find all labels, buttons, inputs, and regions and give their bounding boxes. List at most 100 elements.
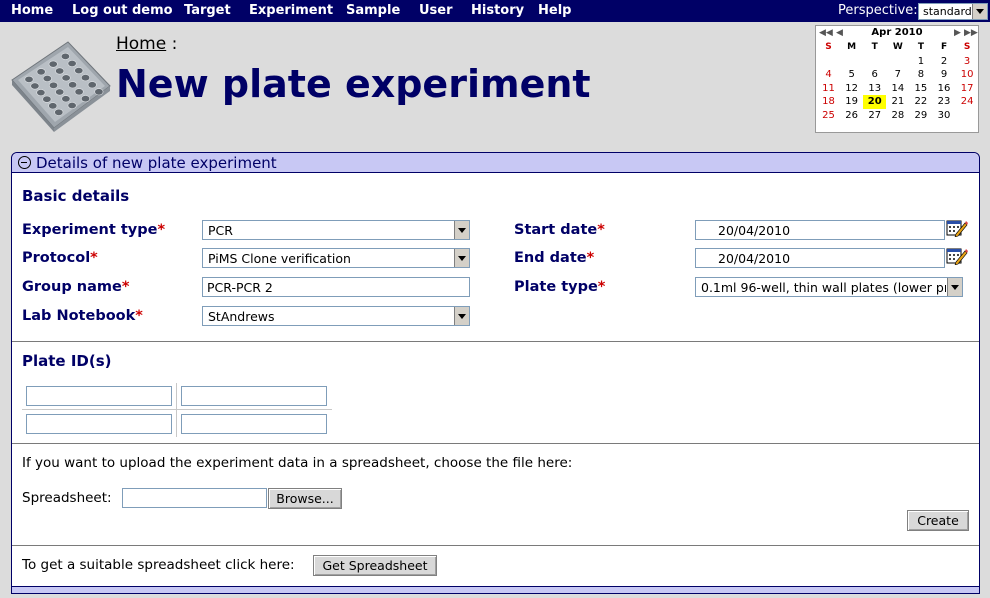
start-date-input[interactable]: 20/04/2010 bbox=[695, 220, 945, 240]
plate-well bbox=[48, 81, 58, 89]
plate-id-input-3[interactable] bbox=[26, 414, 172, 434]
plate-well bbox=[94, 88, 104, 96]
calendar-day[interactable]: 11 bbox=[817, 82, 840, 96]
calendar-day[interactable]: 26 bbox=[840, 109, 863, 123]
end-date-input[interactable]: 20/04/2010 bbox=[695, 248, 945, 268]
divider bbox=[12, 545, 979, 546]
calendar-day[interactable]: 15 bbox=[909, 82, 932, 96]
calendar-day[interactable]: 12 bbox=[840, 82, 863, 96]
chevron-down-icon[interactable] bbox=[454, 249, 469, 267]
calendar-day[interactable]: 19 bbox=[840, 95, 863, 109]
plate-well bbox=[74, 67, 84, 75]
calendar-day[interactable]: 14 bbox=[886, 82, 909, 96]
calendar-day[interactable]: 16 bbox=[932, 82, 955, 96]
calendar-dow: W bbox=[892, 42, 903, 52]
required-mark: * bbox=[121, 279, 130, 295]
required-mark: * bbox=[157, 222, 166, 238]
plate-well bbox=[87, 81, 97, 89]
plate-well bbox=[81, 74, 91, 82]
upload-instructions: If you want to upload the experiment dat… bbox=[22, 455, 573, 471]
calendar-day[interactable]: 23 bbox=[932, 95, 955, 109]
chevron-down-icon[interactable] bbox=[947, 278, 962, 296]
calendar-day[interactable]: 18 bbox=[817, 95, 840, 109]
breadcrumb-home-link[interactable]: Home bbox=[116, 34, 166, 54]
spreadsheet-file-input[interactable] bbox=[122, 488, 267, 508]
perspective-select[interactable]: standard bbox=[918, 3, 988, 20]
experiment-type-select[interactable]: PCR bbox=[202, 220, 470, 240]
next-month-icon[interactable]: ▶ bbox=[954, 28, 961, 38]
calendar-picker-icon[interactable] bbox=[946, 219, 968, 237]
calendar-dow: T bbox=[917, 42, 924, 52]
plate-well bbox=[42, 74, 52, 82]
basic-details-title: Basic details bbox=[22, 187, 130, 205]
group-name-input[interactable]: PCR-PCR 2 bbox=[202, 277, 470, 297]
plate-well bbox=[24, 75, 34, 83]
nav-target[interactable]: Target bbox=[184, 3, 231, 18]
calendar-week-row: 25 26 27 28 29 30 bbox=[817, 109, 979, 123]
calendar-dow: S bbox=[963, 42, 971, 52]
start-date-label: Start date* bbox=[514, 222, 605, 238]
calendar-day[interactable]: 4 bbox=[817, 68, 840, 82]
calendar-day[interactable]: 6 bbox=[863, 68, 886, 82]
calendar-header: ◀◀ ◀ Apr 2010 ▶ ▶▶ bbox=[816, 27, 978, 40]
calendar-empty-cell bbox=[956, 109, 979, 123]
calendar-day[interactable]: 25 bbox=[817, 109, 840, 123]
calendar-widget: ◀◀ ◀ Apr 2010 ▶ ▶▶ S M T W T F S 1 2 3 4 5 6 7 8 9 10 11 1… bbox=[815, 25, 979, 133]
next-year-icon[interactable]: ▶▶ bbox=[964, 28, 978, 38]
nav-history[interactable]: History bbox=[471, 3, 524, 18]
calendar-empty-cell bbox=[886, 55, 909, 69]
calendar-dow-row: SMTWTFS bbox=[817, 41, 979, 55]
create-button[interactable]: Create bbox=[907, 510, 969, 531]
lab-notebook-label-text: Lab Notebook bbox=[22, 308, 136, 324]
chevron-down-icon[interactable] bbox=[454, 221, 469, 239]
breadcrumb-separator: : bbox=[171, 34, 178, 54]
calendar-day[interactable]: 1 bbox=[909, 55, 932, 69]
calendar-day[interactable]: 30 bbox=[932, 109, 955, 123]
required-mark: * bbox=[586, 250, 595, 266]
collapse-icon[interactable] bbox=[18, 156, 31, 169]
nav-sample[interactable]: Sample bbox=[346, 3, 400, 18]
calendar-picker-icon[interactable] bbox=[946, 247, 968, 265]
chevron-down-icon[interactable] bbox=[454, 307, 469, 325]
plate-type-select[interactable]: 0.1ml 96-well, thin wall plates (lower p… bbox=[695, 277, 963, 297]
nav-experiment[interactable]: Experiment bbox=[249, 3, 333, 18]
calendar-day[interactable]: 24 bbox=[956, 95, 979, 109]
nav-user[interactable]: User bbox=[419, 3, 453, 18]
protocol-select[interactable]: PiMS Clone verification bbox=[202, 248, 470, 268]
calendar-day[interactable]: 9 bbox=[932, 68, 955, 82]
plate-well bbox=[36, 68, 46, 76]
group-name-label-text: Group name bbox=[22, 279, 122, 295]
calendar-week-row: 123 bbox=[817, 55, 979, 69]
plate-id-input-4[interactable] bbox=[181, 414, 327, 434]
plate-well bbox=[60, 52, 70, 60]
calendar-day[interactable]: 10 bbox=[956, 68, 979, 82]
nav-home[interactable]: Home bbox=[11, 3, 53, 18]
plate-id-input-2[interactable] bbox=[181, 386, 327, 406]
calendar-day[interactable]: 29 bbox=[909, 109, 932, 123]
calendar-day[interactable]: 20 bbox=[863, 95, 887, 109]
get-spreadsheet-button[interactable]: Get Spreadsheet bbox=[313, 555, 437, 576]
calendar-day[interactable]: 27 bbox=[863, 109, 886, 123]
nav-logout[interactable]: Log out demo bbox=[72, 3, 173, 18]
experiment-type-label-text: Experiment type bbox=[22, 222, 158, 238]
calendar-day[interactable]: 28 bbox=[886, 109, 909, 123]
calendar-day[interactable]: 17 bbox=[956, 82, 979, 96]
plate-icon bbox=[11, 41, 111, 132]
calendar-day[interactable]: 8 bbox=[909, 68, 932, 82]
calendar-day[interactable]: 22 bbox=[909, 95, 932, 109]
calendar-day[interactable]: 2 bbox=[932, 55, 955, 69]
plate-well bbox=[48, 102, 58, 110]
calendar-dow: F bbox=[940, 42, 948, 52]
calendar-day[interactable]: 5 bbox=[840, 68, 863, 82]
chevron-down-icon[interactable] bbox=[972, 4, 987, 19]
grid-line bbox=[176, 383, 177, 437]
calendar-day[interactable]: 7 bbox=[886, 68, 909, 82]
nav-help[interactable]: Help bbox=[538, 3, 571, 18]
calendar-day[interactable]: 3 bbox=[956, 55, 979, 69]
plate-id-input-1[interactable] bbox=[26, 386, 172, 406]
calendar-day[interactable]: 13 bbox=[863, 82, 886, 96]
browse-button[interactable]: Browse... bbox=[268, 488, 342, 509]
lab-notebook-select[interactable]: StAndrews bbox=[202, 306, 470, 326]
panel-footer bbox=[12, 586, 979, 593]
calendar-day[interactable]: 21 bbox=[886, 95, 909, 109]
